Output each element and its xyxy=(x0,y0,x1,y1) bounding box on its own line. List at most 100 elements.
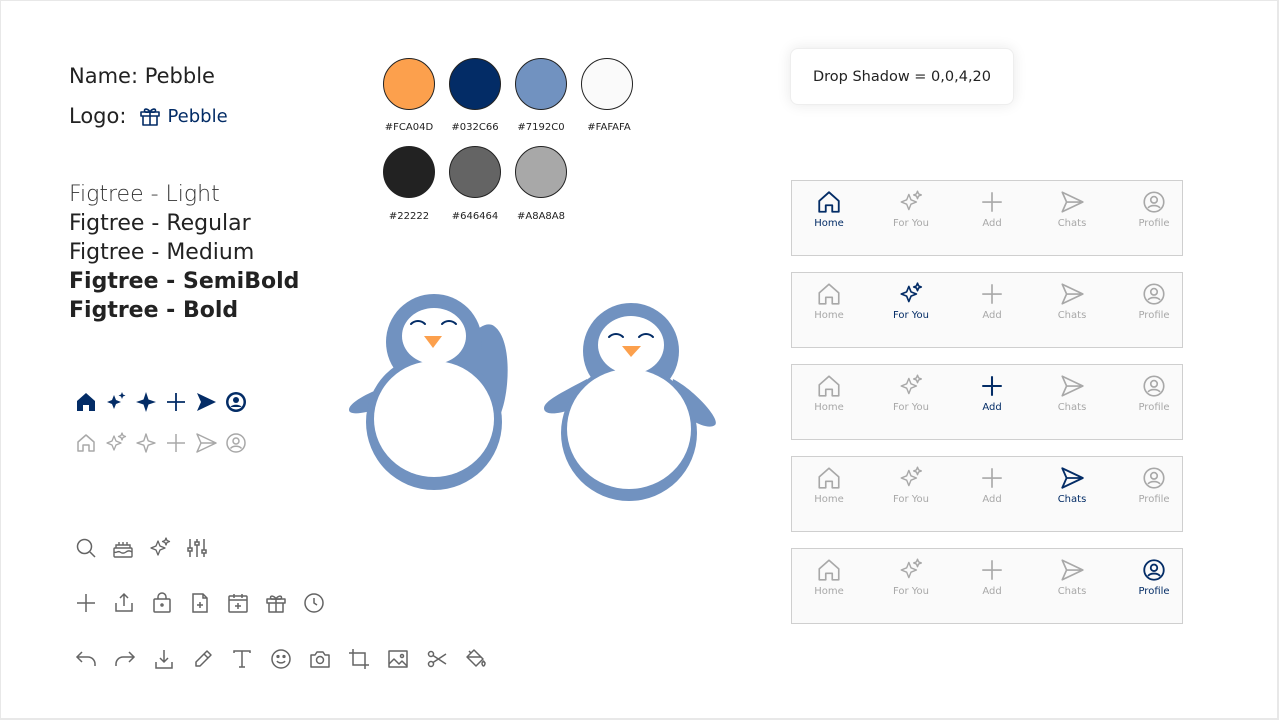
nav-item-chats[interactable]: Chats xyxy=(1037,555,1107,597)
send-icon xyxy=(1059,465,1085,491)
nav-item-add[interactable]: Add xyxy=(957,371,1027,413)
nav-item-profile[interactable]: Profile xyxy=(1119,371,1189,413)
font-sample-light: Figtree - Light xyxy=(69,182,220,207)
navbar-profile-active: Home For You Add Chats Profile xyxy=(791,548,1183,624)
nav-item-for-you[interactable]: For You xyxy=(876,555,946,597)
plus-icon xyxy=(979,557,1005,583)
star-icon xyxy=(134,390,158,414)
nav-label-for-you: For You xyxy=(892,494,930,505)
utility-icons-row-1 xyxy=(74,536,209,560)
nav-item-home[interactable]: Home xyxy=(794,279,864,321)
nav-item-add[interactable]: Add xyxy=(957,555,1027,597)
sparkles-icon xyxy=(148,536,172,560)
send-icon xyxy=(1059,281,1085,307)
nav-label-profile: Profile xyxy=(1138,586,1170,597)
send-icon xyxy=(1059,189,1085,215)
nav-label-profile: Profile xyxy=(1138,402,1170,413)
gift-icon xyxy=(264,591,288,615)
font-weight-list: Figtree - Light Figtree - Regular Figtre… xyxy=(69,180,299,325)
navbar-home-active: Home For You Add Chats Profile xyxy=(791,180,1183,256)
nav-label-chats: Chats xyxy=(1057,218,1087,229)
calendar-add-icon xyxy=(226,591,250,615)
nav-icons-outline xyxy=(74,431,248,455)
send-icon xyxy=(194,431,218,455)
nav-label-for-you: For You xyxy=(892,218,930,229)
nav-item-for-you[interactable]: For You xyxy=(876,371,946,413)
send-icon xyxy=(1059,373,1085,399)
nav-label-chats: Chats xyxy=(1057,586,1087,597)
profile-icon xyxy=(224,390,248,414)
swatch-gray-light xyxy=(515,146,567,198)
camera-icon xyxy=(308,647,332,671)
nav-item-profile[interactable]: Profile xyxy=(1119,463,1189,505)
swatch-gray-dark xyxy=(449,146,501,198)
nav-label-for-you: For You xyxy=(892,310,930,321)
gift-icon xyxy=(138,104,162,128)
nav-label-chats: Chats xyxy=(1057,310,1087,321)
undo-icon xyxy=(74,647,98,671)
nav-item-for-you[interactable]: For You xyxy=(876,187,946,229)
swatch-orange xyxy=(383,58,435,110)
nav-item-chats[interactable]: Chats xyxy=(1037,463,1107,505)
utility-icons-row-3 xyxy=(74,647,488,671)
nav-item-profile[interactable]: Profile xyxy=(1119,187,1189,229)
nav-item-home[interactable]: Home xyxy=(794,371,864,413)
penguin-waving xyxy=(346,294,516,498)
nav-item-home[interactable]: Home xyxy=(794,555,864,597)
nav-label-add: Add xyxy=(982,586,1002,597)
pencil-icon xyxy=(191,647,215,671)
home-icon xyxy=(816,465,842,491)
nav-item-chats[interactable]: Chats xyxy=(1037,187,1107,229)
penguin-standing xyxy=(541,301,721,505)
swatch-label: #032C66 xyxy=(451,122,499,133)
nav-item-add[interactable]: Add xyxy=(957,187,1027,229)
sparkles-icon xyxy=(898,557,924,583)
nav-label-home: Home xyxy=(814,402,844,413)
nav-label-chats: Chats xyxy=(1057,402,1087,413)
nav-item-home[interactable]: Home xyxy=(794,463,864,505)
font-sample-regular: Figtree - Regular xyxy=(69,211,251,236)
plus-icon xyxy=(979,465,1005,491)
plus-icon xyxy=(164,390,188,414)
profile-icon xyxy=(1141,557,1167,583)
navbar-add-active: Home For You Add Chats Profile xyxy=(791,364,1183,440)
nav-item-for-you[interactable]: For You xyxy=(876,463,946,505)
scissors-icon xyxy=(425,647,449,671)
navbar-for-you-active: Home For You Add Chats Profile xyxy=(791,272,1183,348)
swatch-label: #7192C0 xyxy=(517,122,565,133)
home-icon xyxy=(816,557,842,583)
navbar-chats-active: Home For You Add Chats Profile xyxy=(791,456,1183,532)
profile-icon xyxy=(224,431,248,455)
swatch-label: #646464 xyxy=(451,211,499,222)
profile-icon xyxy=(1141,189,1167,215)
nav-label-profile: Profile xyxy=(1138,494,1170,505)
nav-label-add: Add xyxy=(982,402,1002,413)
home-icon xyxy=(816,281,842,307)
drop-shadow-sample: Drop Shadow = 0,0,4,20 xyxy=(790,48,1014,105)
style-guide-canvas: Name: Pebble Logo: Pebble Figtree - Ligh… xyxy=(1,1,1277,718)
nav-item-for-you[interactable]: For You xyxy=(876,279,946,321)
plus-icon xyxy=(164,431,188,455)
send-icon xyxy=(194,390,218,414)
nav-item-home[interactable]: Home xyxy=(794,187,864,229)
sliders-icon xyxy=(185,536,209,560)
paint-bucket-icon xyxy=(464,647,488,671)
nav-item-chats[interactable]: Chats xyxy=(1037,371,1107,413)
home-icon xyxy=(74,431,98,455)
nav-item-add[interactable]: Add xyxy=(957,279,1027,321)
plus-icon xyxy=(979,373,1005,399)
nav-item-add[interactable]: Add xyxy=(957,463,1027,505)
sparkles-icon xyxy=(898,189,924,215)
nav-label-add: Add xyxy=(982,494,1002,505)
image-icon xyxy=(386,647,410,671)
logo: Pebble xyxy=(138,104,228,128)
home-icon xyxy=(74,390,98,414)
profile-icon xyxy=(1141,373,1167,399)
download-icon xyxy=(152,647,176,671)
nav-item-chats[interactable]: Chats xyxy=(1037,279,1107,321)
nav-item-profile[interactable]: Profile xyxy=(1119,279,1189,321)
font-sample-medium: Figtree - Medium xyxy=(69,240,255,265)
sparkles-icon xyxy=(104,390,128,414)
nav-item-profile[interactable]: Profile xyxy=(1119,555,1189,597)
brand-name: Name: Pebble xyxy=(69,64,215,88)
